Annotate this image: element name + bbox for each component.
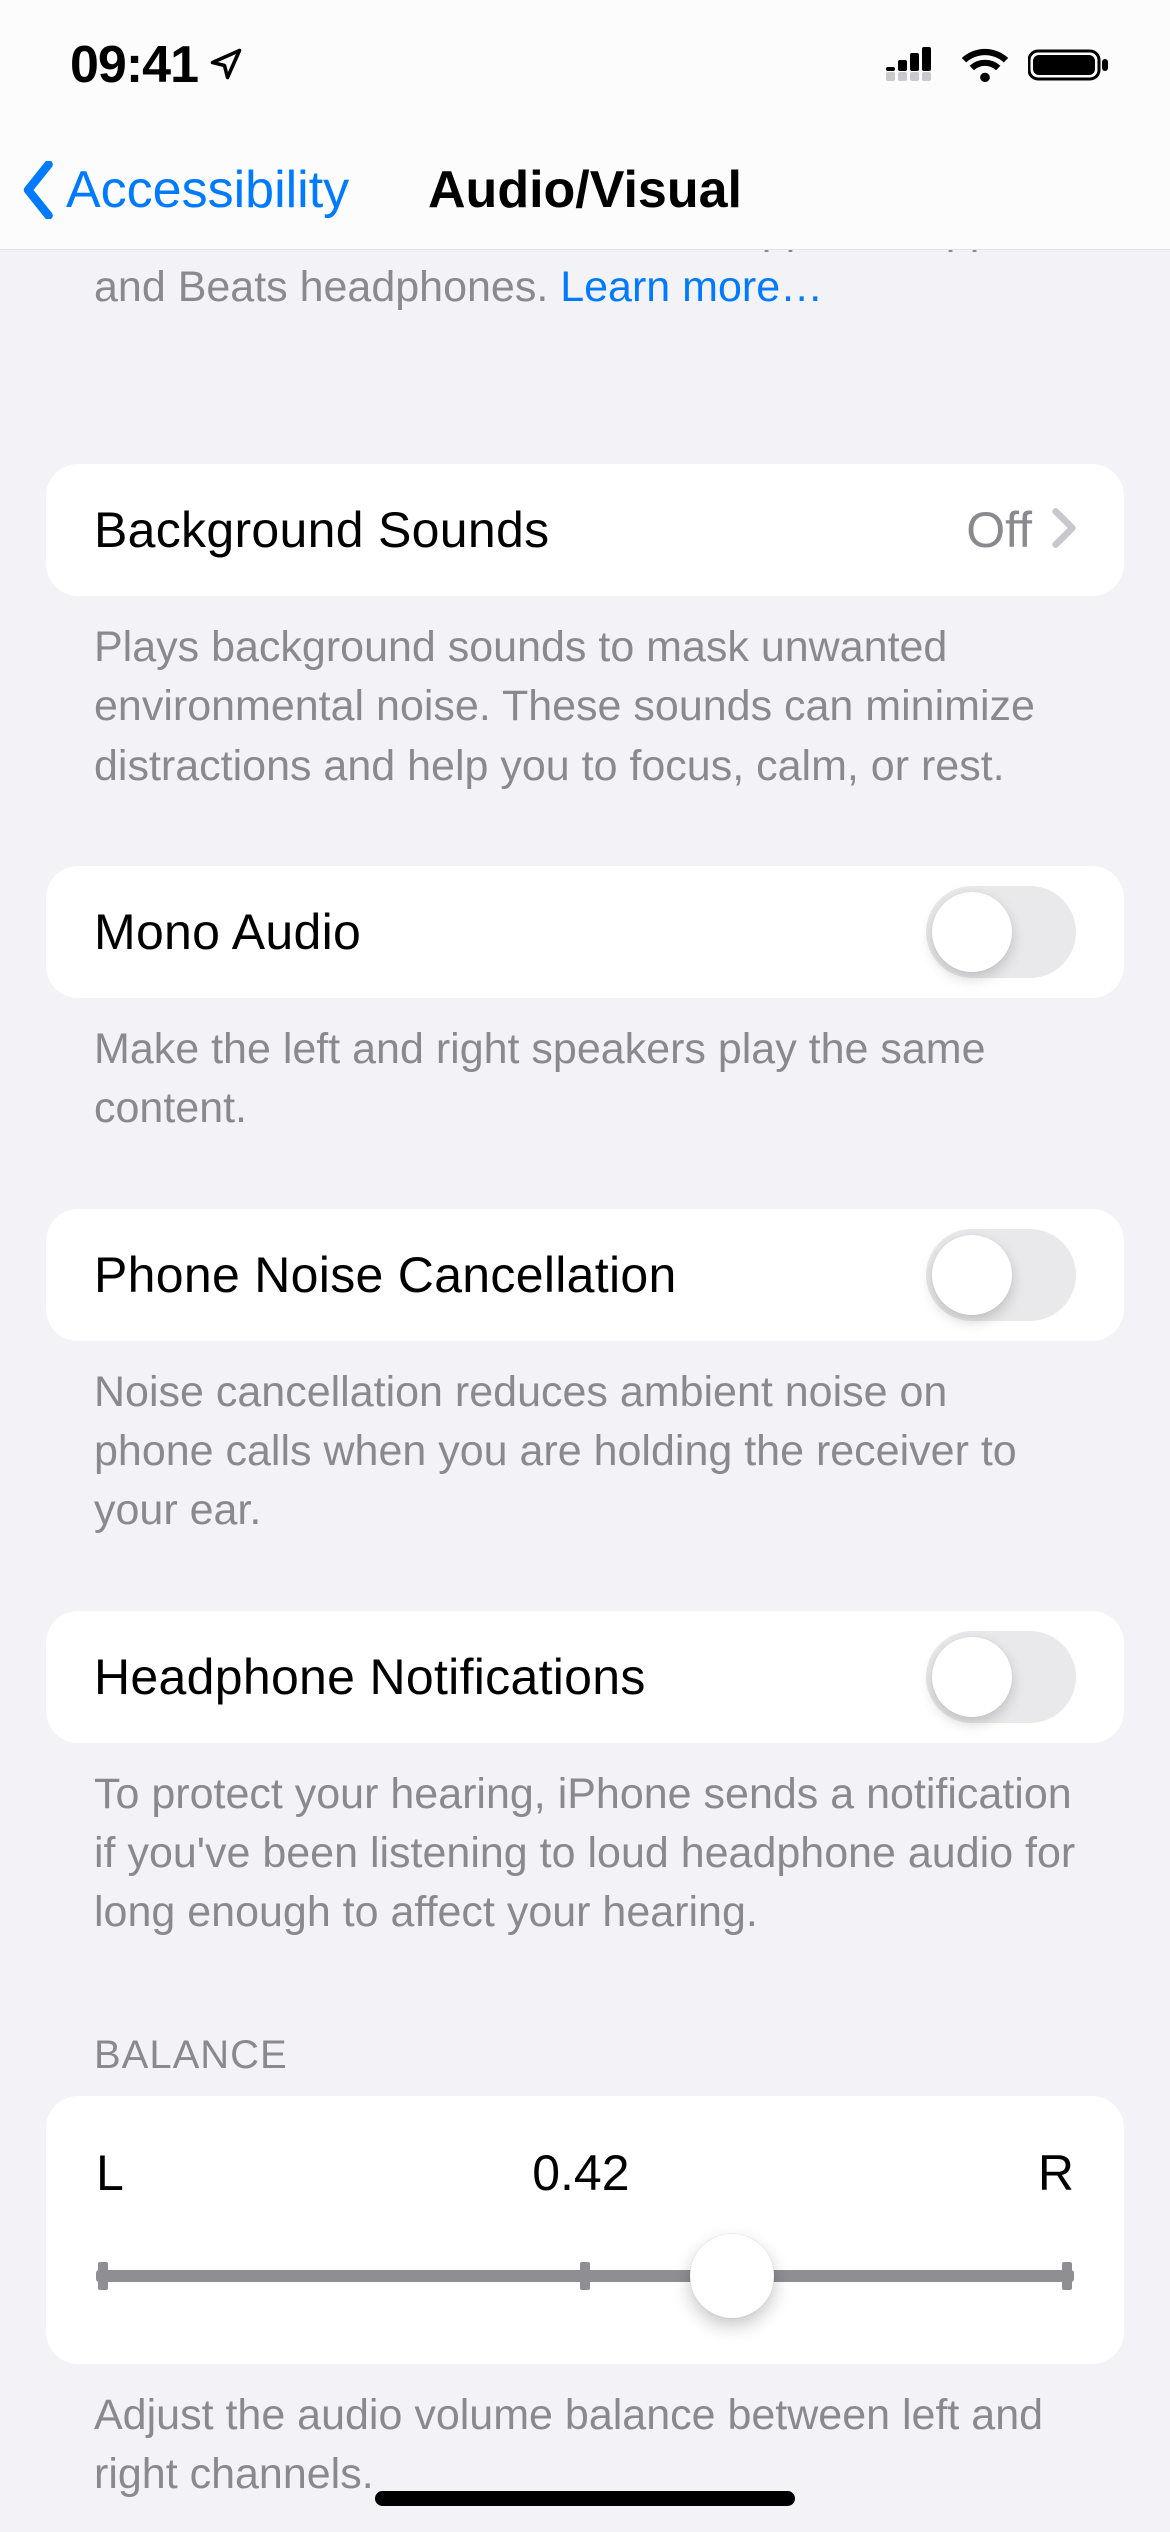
mono-audio-toggle[interactable] [926,886,1076,978]
headphone-notifications-toggle[interactable] [926,1631,1076,1723]
cellular-icon [886,47,942,83]
balance-slider[interactable] [96,2246,1074,2306]
back-button[interactable]: Accessibility [20,160,349,220]
section-balance: BALANCE L 0.42 R Adjust the audio volume… [0,2033,1170,2505]
balance-right-label: R [1038,2144,1074,2202]
noise-cancellation-row: Phone Noise Cancellation [46,1209,1124,1341]
content[interactable]: You can customize the audio for supporte… [0,250,1170,2532]
headphone-notifications-row: Headphone Notifications [46,1611,1124,1743]
balance-header: BALANCE [0,2033,1170,2096]
status-right [886,47,1110,83]
balance-card: L 0.42 R [46,2096,1124,2364]
slider-tick-left [98,2262,108,2290]
headphone-notifications-footer: To protect your hearing, iPhone sends a … [0,1743,1170,1943]
mono-audio-label: Mono Audio [94,903,926,961]
slider-thumb[interactable] [690,2234,774,2318]
headphone-accommodations-footer: You can customize the audio for supporte… [0,250,1170,344]
section-background-sounds: Background Sounds Off Plays background s… [0,464,1170,796]
balance-value: 0.42 [532,2144,629,2202]
balance-footer: Adjust the audio volume balance between … [0,2364,1170,2505]
status-time: 09:41 [70,35,198,95]
learn-more-link[interactable]: Learn more… [560,263,823,311]
slider-tick-center [580,2262,590,2290]
home-indicator[interactable] [375,2491,795,2506]
back-label: Accessibility [66,160,349,220]
section-noise-cancellation: Phone Noise Cancellation Noise cancellat… [0,1209,1170,1541]
background-sounds-value: Off [966,501,1032,559]
wifi-icon [960,47,1010,83]
chevron-right-icon [1052,508,1076,553]
status-left: 09:41 [70,35,244,95]
noise-cancellation-toggle[interactable] [926,1229,1076,1321]
headphone-notifications-label: Headphone Notifications [94,1648,926,1706]
battery-icon [1028,47,1110,83]
mono-audio-row: Mono Audio [46,866,1124,998]
status-bar: 09:41 [0,0,1170,130]
noise-cancellation-label: Phone Noise Cancellation [94,1246,926,1304]
background-sounds-label: Background Sounds [94,501,966,559]
chevron-left-icon [20,161,60,219]
slider-tick-right [1062,2262,1072,2290]
section-headphone-notifications: Headphone Notifications To protect your … [0,1611,1170,1943]
mono-audio-footer: Make the left and right speakers play th… [0,998,1170,1139]
background-sounds-row[interactable]: Background Sounds Off [46,464,1124,596]
background-sounds-footer: Plays background sounds to mask unwanted… [0,596,1170,796]
section-mono-audio: Mono Audio Make the left and right speak… [0,866,1170,1139]
balance-left-label: L [96,2144,124,2202]
nav-bar: Accessibility Audio/Visual [0,130,1170,250]
noise-cancellation-footer: Noise cancellation reduces ambient noise… [0,1341,1170,1541]
location-icon [208,35,244,95]
